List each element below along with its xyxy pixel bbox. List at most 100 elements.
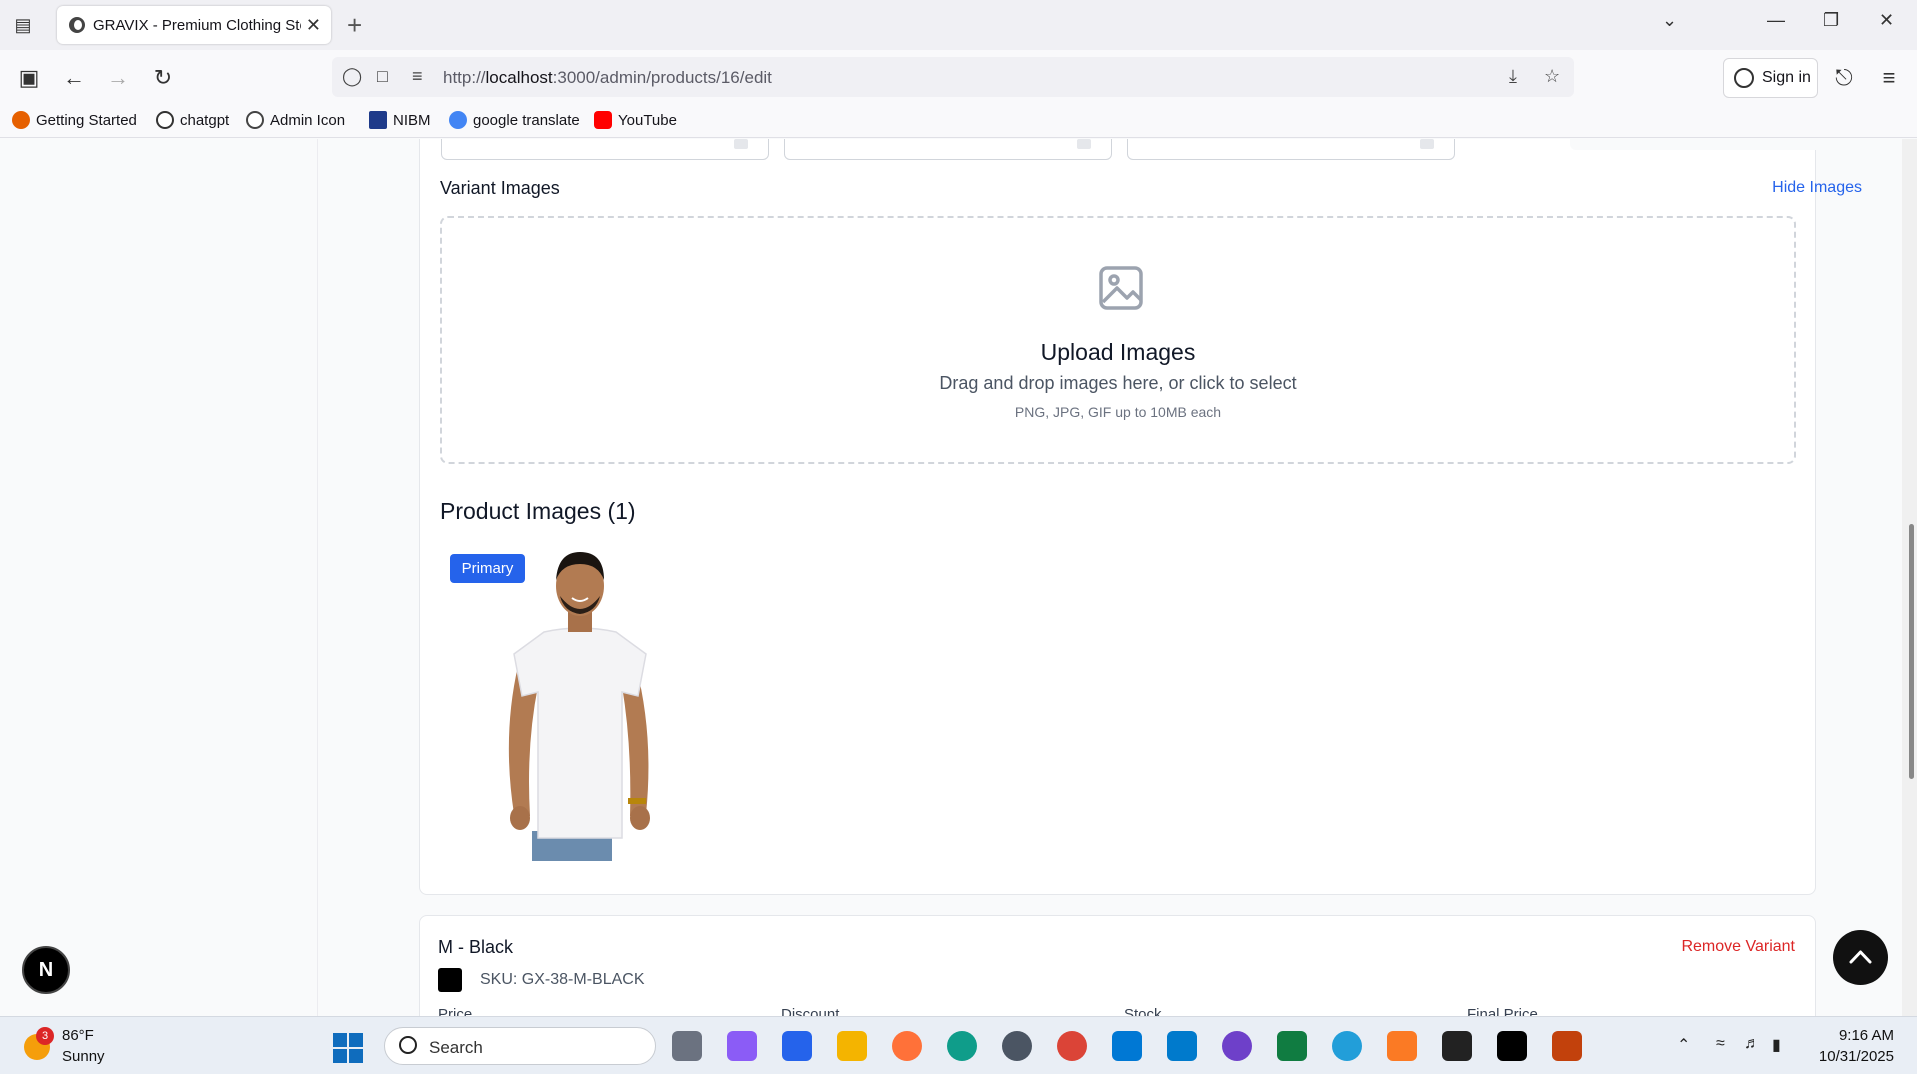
scroll-to-top-button[interactable] bbox=[1833, 930, 1888, 985]
bookmark-chatgpt[interactable]: chatgpt bbox=[156, 111, 229, 129]
stock-label: Stock bbox=[1124, 1006, 1162, 1016]
clock-date[interactable]: 10/31/2025 bbox=[1804, 1048, 1894, 1065]
xampp-icon[interactable] bbox=[1387, 1031, 1417, 1061]
address-bar[interactable]: ◯ □ ≡ http://localhost:3000/admin/produc… bbox=[332, 57, 1574, 97]
download-icon[interactable]: ⤓ bbox=[1509, 66, 1517, 87]
primary-badge: Primary bbox=[450, 554, 525, 583]
stock-input[interactable] bbox=[1127, 139, 1455, 160]
final-price-box bbox=[1570, 139, 1898, 150]
final-price-label: Final Price bbox=[1467, 1006, 1538, 1016]
start-button[interactable] bbox=[333, 1033, 363, 1063]
minimize-icon[interactable]: — bbox=[1767, 10, 1785, 31]
discount-input[interactable] bbox=[784, 139, 1112, 160]
spinner-icon[interactable] bbox=[1420, 139, 1434, 149]
bookmark-youtube[interactable]: YouTube bbox=[594, 111, 677, 129]
main-content: Variant Images Hide Images Upload Images… bbox=[318, 139, 1902, 1016]
restore-icon[interactable]: ❐ bbox=[1823, 10, 1839, 31]
bookmark-google-translate[interactable]: google translate bbox=[449, 111, 580, 129]
task-view-icon[interactable] bbox=[672, 1031, 702, 1061]
settings-icon[interactable] bbox=[1002, 1031, 1032, 1061]
product-photo bbox=[508, 552, 650, 861]
variant-sku: SKU: GX-38-M-BLACK bbox=[480, 971, 645, 988]
product-images-title: Product Images (1) bbox=[440, 498, 636, 524]
photos-icon[interactable] bbox=[1112, 1031, 1142, 1061]
dropzone-subtitle: Drag and drop images here, or click to s… bbox=[939, 373, 1297, 393]
bookmark-label: google translate bbox=[473, 112, 580, 129]
search-icon bbox=[399, 1036, 417, 1054]
nextjs-dev-badge[interactable]: N bbox=[22, 946, 70, 994]
bookmark-star-icon[interactable]: ☆ bbox=[1544, 66, 1560, 87]
image-dropzone[interactable]: Upload Images Drag and drop images here,… bbox=[440, 216, 1796, 464]
extensions-icon[interactable]: ⎋ bbox=[1830, 64, 1858, 92]
close-window-icon[interactable]: ✕ bbox=[1879, 10, 1894, 31]
copilot-icon[interactable] bbox=[727, 1031, 757, 1061]
capcut-icon[interactable] bbox=[1497, 1031, 1527, 1061]
clock-time[interactable]: 9:16 AM bbox=[1814, 1027, 1894, 1044]
scrollbar-thumb[interactable] bbox=[1909, 524, 1914, 779]
snipping-icon[interactable] bbox=[1552, 1031, 1582, 1061]
hide-images-link[interactable]: Hide Images bbox=[1772, 179, 1862, 197]
color-swatch bbox=[438, 968, 462, 992]
new-tab-icon[interactable]: + bbox=[347, 10, 362, 41]
windows-taskbar: 3 86°F Sunny Search ⌃ ≈ ♬ ▮ 9:16 AM 10/3… bbox=[0, 1016, 1917, 1074]
variant-card-m-black: M - Black Remove Variant SKU: GX-38-M-BL… bbox=[419, 915, 1816, 1016]
weather-condition[interactable]: Sunny bbox=[62, 1048, 105, 1065]
bookmark-admin-icon[interactable]: Admin Icon bbox=[246, 111, 345, 129]
bookmark-label: Getting Started bbox=[36, 112, 137, 129]
sidebar-toggle-icon[interactable]: ▣ bbox=[15, 64, 43, 92]
search-label: Search bbox=[429, 1038, 483, 1057]
chevron-up-icon bbox=[1849, 950, 1872, 964]
tab-overflow-chevron-icon[interactable]: ⌄ bbox=[1662, 10, 1677, 31]
file-explorer-icon[interactable] bbox=[837, 1031, 867, 1061]
sign-in-label: Sign in bbox=[1762, 69, 1811, 86]
tab-list-icon[interactable]: ▤ bbox=[10, 12, 36, 38]
active-tab[interactable]: GRAVIX - Premium Clothing Sto ✕ bbox=[57, 6, 331, 44]
bookmark-label: chatgpt bbox=[180, 112, 230, 129]
url-text[interactable]: http://localhost:3000/admin/products/16/… bbox=[443, 68, 772, 88]
product-image-thumbnail[interactable]: Primary bbox=[440, 546, 720, 876]
store-icon[interactable] bbox=[782, 1031, 812, 1061]
spinner-icon[interactable] bbox=[734, 139, 748, 149]
sign-in-button[interactable]: Sign in bbox=[1723, 58, 1818, 98]
weather-temperature[interactable]: 86°F bbox=[62, 1027, 94, 1044]
page-viewport: Variant Images Hide Images Upload Images… bbox=[0, 139, 1917, 1016]
wifi-icon[interactable]: ≈ bbox=[1716, 1035, 1725, 1053]
edge-icon[interactable] bbox=[947, 1031, 977, 1061]
back-icon[interactable]: ← bbox=[60, 64, 88, 92]
browser-nav-bar: ▣ ← → ↻ ◯ □ ≡ http://localhost:3000/admi… bbox=[0, 50, 1917, 106]
url-path: :3000/admin/products/16/edit bbox=[552, 68, 772, 87]
tray-overflow-chevron-icon[interactable]: ⌃ bbox=[1677, 1035, 1690, 1055]
dropzone-title: Upload Images bbox=[1040, 339, 1196, 365]
excel-icon[interactable] bbox=[1277, 1031, 1307, 1061]
firefox-icon bbox=[12, 111, 30, 129]
telegram-icon[interactable] bbox=[1332, 1031, 1362, 1061]
url-prefix: http:// bbox=[443, 68, 486, 87]
site-permissions-icon[interactable]: ≡ bbox=[412, 66, 423, 87]
close-tab-icon[interactable]: ✕ bbox=[306, 15, 321, 36]
battery-icon[interactable]: ▮ bbox=[1772, 1035, 1781, 1055]
firefox-icon[interactable] bbox=[892, 1031, 922, 1061]
nibm-icon bbox=[369, 111, 387, 129]
spinner-icon[interactable] bbox=[1077, 139, 1091, 149]
page-scrollbar[interactable] bbox=[1902, 139, 1917, 1016]
forward-icon[interactable]: → bbox=[104, 64, 132, 92]
vscode-icon[interactable] bbox=[1167, 1031, 1197, 1061]
bookmark-getting-started[interactable]: Getting Started bbox=[12, 111, 137, 129]
reload-icon[interactable]: ↻ bbox=[149, 64, 177, 92]
volume-icon[interactable]: ♬ bbox=[1744, 1035, 1760, 1053]
taskbar-search[interactable]: Search bbox=[384, 1027, 656, 1065]
shield-icon[interactable]: ◯ bbox=[342, 66, 362, 87]
terminal-icon[interactable] bbox=[1442, 1031, 1472, 1061]
admin-sidebar bbox=[0, 139, 318, 1016]
site-favicon-icon bbox=[69, 17, 85, 33]
menu-icon[interactable]: ≡ bbox=[1875, 64, 1903, 92]
openai-icon bbox=[156, 111, 174, 129]
image-icon bbox=[1099, 266, 1143, 310]
google-icon bbox=[449, 111, 467, 129]
bookmark-nibm[interactable]: NIBM bbox=[369, 111, 431, 129]
bookmark-label: YouTube bbox=[618, 112, 677, 129]
chrome-icon[interactable] bbox=[1057, 1031, 1087, 1061]
price-input[interactable] bbox=[441, 139, 769, 160]
github-icon[interactable] bbox=[1222, 1031, 1252, 1061]
remove-variant-button[interactable]: Remove Variant bbox=[1681, 938, 1795, 956]
